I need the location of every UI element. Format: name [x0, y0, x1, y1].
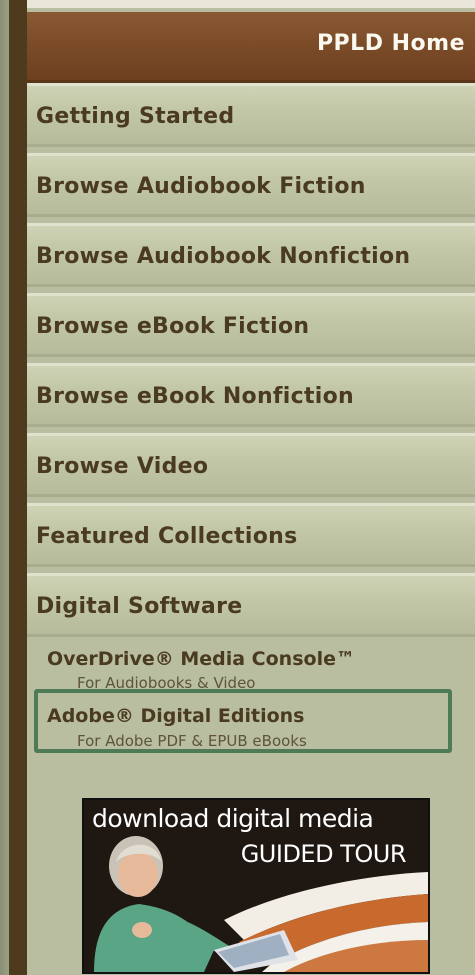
sidebar: PPLD Home Getting Started Browse Audiobo… — [27, 8, 475, 975]
adobe-digital-editions-link[interactable]: Adobe® Digital Editions — [47, 705, 304, 727]
outer-strip — [0, 0, 9, 975]
nav-label: Browse Audiobook Fiction — [36, 174, 366, 199]
overdrive-link[interactable]: OverDrive® Media Console™ — [47, 648, 355, 670]
adobe-desc: For Adobe PDF & EPUB eBooks — [77, 732, 307, 750]
guided-tour-banner[interactable]: download digital media GUIDED TOUR — [82, 798, 430, 974]
nav-featured-collections[interactable]: Featured Collections — [27, 503, 475, 567]
nav-label: Getting Started — [36, 104, 235, 129]
nav-label: Browse eBook Nonfiction — [36, 384, 355, 409]
nav-label: Featured Collections — [36, 524, 298, 549]
home-link[interactable]: PPLD Home — [27, 12, 475, 83]
nav-label: Digital Software — [36, 594, 243, 619]
tour-banner-line1: download digital media — [92, 804, 374, 833]
nav-label: Browse Video — [36, 454, 209, 479]
nav-label: Browse eBook Fiction — [36, 314, 310, 339]
nav-browse-audiobook-nonfiction[interactable]: Browse Audiobook Nonfiction — [27, 223, 475, 287]
nav-label: Browse Audiobook Nonfiction — [36, 244, 411, 269]
page-frame: PPLD Home Getting Started Browse Audiobo… — [0, 0, 475, 975]
nav-browse-video[interactable]: Browse Video — [27, 433, 475, 497]
tour-banner-line2: GUIDED TOUR — [240, 840, 407, 868]
nav-browse-ebook-nonfiction[interactable]: Browse eBook Nonfiction — [27, 363, 475, 427]
nav-digital-software[interactable]: Digital Software — [27, 573, 475, 637]
nav-browse-audiobook-fiction[interactable]: Browse Audiobook Fiction — [27, 153, 475, 217]
top-border — [27, 0, 475, 8]
home-link-label: PPLD Home — [316, 31, 465, 56]
left-accent-bar — [9, 0, 28, 975]
nav-getting-started[interactable]: Getting Started — [27, 83, 475, 147]
nav-browse-ebook-fiction[interactable]: Browse eBook Fiction — [27, 293, 475, 357]
